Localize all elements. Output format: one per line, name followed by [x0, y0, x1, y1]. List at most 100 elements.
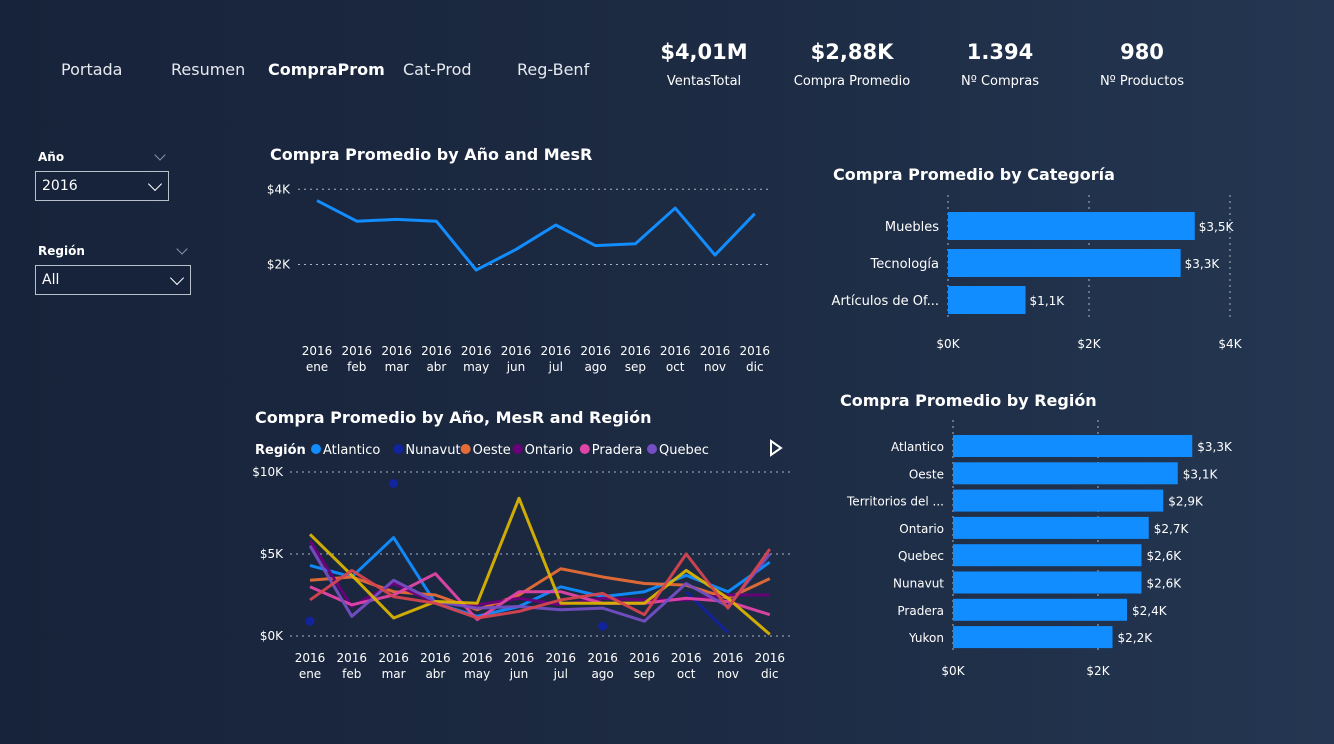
y-tick-label: $5K: [260, 547, 284, 561]
bar-region-title: Compra Promedio by Región: [840, 391, 1097, 410]
category-label: Nunavut: [893, 577, 944, 591]
x-tick-label: 2016: [504, 651, 535, 665]
data-label: $2,6K: [1147, 577, 1183, 591]
x-tick-label: mar: [385, 360, 409, 374]
bar: [953, 435, 1193, 457]
x-tick-label: 2016: [755, 651, 786, 665]
data-label: $2,9K: [1168, 495, 1204, 509]
kpi-value: 1.394: [966, 40, 1034, 64]
x-tick-label: $4K: [1218, 337, 1242, 351]
data-label: $3,5K: [1199, 220, 1235, 234]
x-tick-label: 2016: [420, 651, 451, 665]
legend-item: Atlantico: [323, 443, 380, 458]
bar: [953, 626, 1113, 649]
y-tick-label: $2K: [267, 257, 291, 271]
x-tick-label: ago: [591, 667, 613, 681]
bar: [953, 571, 1142, 594]
kpi-compra-promedio: $2,88K Compra Promedio: [772, 40, 932, 89]
nav-portada[interactable]: Portada: [61, 60, 122, 79]
x-tick-label: may: [463, 360, 489, 374]
x-tick-label: 2016: [671, 651, 702, 665]
x-tick-label: mar: [382, 667, 406, 681]
x-tick-label: 2016: [740, 344, 771, 358]
series-line: [308, 496, 771, 636]
chevron-down-icon[interactable]: [154, 149, 166, 161]
x-tick-label: 2016: [541, 344, 572, 358]
play-icon[interactable]: [770, 439, 783, 457]
data-label: $2,7K: [1154, 522, 1190, 536]
x-tick-label: nov: [717, 667, 739, 681]
x-tick-label: abr: [426, 360, 446, 374]
x-tick-label: 2016: [462, 651, 493, 665]
x-tick-label: jun: [506, 360, 526, 374]
category-label: Muebles: [885, 220, 939, 235]
year-slicer-label: Año: [38, 150, 65, 164]
line-chart-compra-mes[interactable]: $2K $4K 2016 ene 2016 feb 2016 mar 2016 abr 2016 ma…: [260, 168, 780, 380]
x-tick-label: 2016: [620, 344, 651, 358]
legend-title: Región: [255, 443, 306, 458]
x-tick-label: ene: [306, 360, 328, 374]
y-tick-label: $10K: [252, 465, 284, 479]
x-tick-label: 2016: [302, 344, 333, 358]
data-label: $1,1K: [1030, 294, 1066, 308]
x-tick-label: 2016: [660, 344, 691, 358]
legend-item: Ontario: [525, 443, 573, 458]
year-dropdown[interactable]: 2016: [35, 171, 169, 201]
x-tick-label: 2016: [700, 344, 731, 358]
x-tick-label: feb: [347, 360, 366, 374]
category-label: Oeste: [909, 467, 944, 481]
category-label: Ontario: [899, 522, 944, 536]
kpi-ventas-total: $4,01M VentasTotal: [624, 40, 784, 89]
series-line: [316, 199, 756, 272]
x-tick-label: 2016: [629, 651, 660, 665]
x-tick-label: oct: [677, 667, 696, 681]
nav-reg-benf[interactable]: Reg-Benf: [517, 60, 589, 79]
x-tick-label: feb: [342, 667, 361, 681]
region-dropdown-value: All: [42, 272, 60, 288]
legend-marker: [393, 444, 404, 454]
legend-marker: [460, 444, 471, 454]
bar-category-title: Compra Promedio by Categoría: [833, 165, 1115, 184]
x-tick-label: may: [464, 667, 490, 681]
bar-chart-region[interactable]: $0K $2K Atlantico $3,3K Oeste $3,1K Territorio…: [830, 420, 1250, 682]
category-label: Territorios del ...: [846, 495, 944, 509]
x-tick-label: abr: [425, 667, 445, 681]
data-label: $2,2K: [1118, 631, 1154, 645]
data-label: $2,4K: [1132, 604, 1168, 618]
category-label: Pradera: [897, 604, 944, 618]
y-tick-label: $0K: [260, 629, 284, 643]
category-label: Tecnología: [870, 257, 939, 272]
legend-marker: [579, 444, 590, 454]
kpi-value: $2,88K: [810, 40, 894, 64]
bar: [953, 462, 1178, 485]
x-tick-label: 2016: [337, 651, 368, 665]
x-tick-label: 2016: [342, 344, 373, 358]
chevron-down-icon[interactable]: [176, 243, 188, 255]
bar-chart-categoria[interactable]: $0K $2K $4K Muebles $3,5K Tecnología $3,3K Artí…: [830, 195, 1250, 355]
bar: [953, 516, 1149, 539]
x-tick-label: dic: [761, 667, 779, 681]
kpi-label: VentasTotal: [666, 74, 742, 89]
x-tick-label: 2016: [381, 344, 412, 358]
region-dropdown[interactable]: All: [35, 265, 191, 295]
nav-compraprom[interactable]: CompraProm: [268, 60, 385, 79]
x-tick-label: jul: [553, 667, 568, 681]
x-tick-label: 2016: [546, 651, 577, 665]
x-tick-label: oct: [666, 360, 685, 374]
legend-item: Oeste: [473, 443, 511, 458]
bar: [953, 489, 1164, 512]
legend-item: Nunavut: [405, 443, 460, 458]
kpi-label: Compra Promedio: [793, 74, 911, 89]
x-tick-label: $0K: [941, 664, 965, 678]
line-month-title: Compra Promedio by Año and MesR: [270, 145, 593, 164]
line-chart-compra-region[interactable]: Región Atlantico Nunavut Oeste Ontario Prader…: [250, 432, 795, 687]
x-tick-label: 2016: [421, 344, 452, 358]
bar: [948, 249, 1181, 277]
region-slicer-label: Región: [38, 244, 85, 258]
data-label: $2,6K: [1147, 549, 1183, 563]
nav-resumen[interactable]: Resumen: [171, 60, 245, 79]
x-tick-label: 2016: [713, 651, 744, 665]
nav-cat-prod[interactable]: Cat-Prod: [403, 60, 472, 79]
x-tick-label: dic: [746, 360, 764, 374]
category-label: Quebec: [898, 549, 944, 563]
